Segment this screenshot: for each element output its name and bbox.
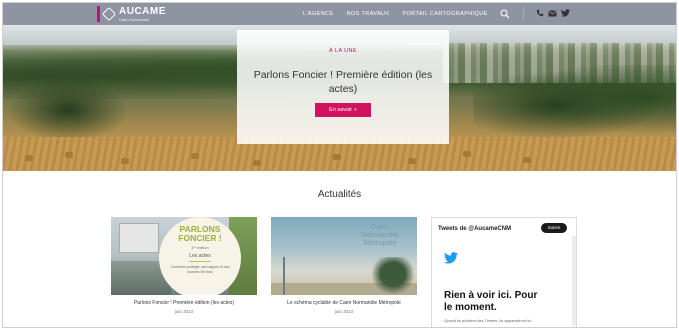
hay-bale (333, 154, 341, 160)
nav-item-portail[interactable]: PORTAIL CARTOGRAPHIQUE (402, 11, 487, 17)
nav-item-agence[interactable]: L'AGENCE (303, 11, 334, 17)
news-section-title: Actualités (317, 189, 362, 200)
hay-bale (463, 151, 471, 157)
main-nav: L'AGENCE NOS TRAVAUX PORTAIL CARTOGRAPHI… (303, 3, 501, 25)
cover-title-line2: FONCIER ! (178, 233, 222, 243)
logo-accent-bar (97, 6, 100, 22)
logo-name: AUCAME (119, 5, 166, 17)
cover-subtitle: Les actes (189, 253, 211, 259)
search-icon[interactable] (500, 9, 510, 19)
news-card[interactable]: PARLONS FONCIER ! 1ʳᵉ édition Les actes … (111, 217, 257, 314)
page-frame: AUCAME Caen Normandie L'AGENCE NOS TRAVA… (2, 2, 677, 328)
mail-icon[interactable] (548, 9, 557, 17)
hay-bale (25, 155, 33, 161)
header-separator (523, 7, 524, 21)
logo-subtitle: Caen Normandie (119, 16, 150, 22)
news-card-caption[interactable]: Parlons Foncier ! Première édition (les … (111, 300, 257, 306)
twitter-bird-icon (444, 252, 458, 264)
news-card-image[interactable]: Caen Normandie Métropole (271, 217, 417, 295)
hay-bale (121, 158, 129, 164)
news-card-date: juin 2023 (174, 309, 194, 314)
twitter-empty-subtext: Quand ils publient des Tweets, ils appar… (444, 318, 532, 323)
hay-bale (65, 152, 73, 158)
social-links (536, 9, 570, 17)
twitter-widget-header[interactable]: Tweets de @AucameCNM (438, 226, 511, 232)
hero-banner: À LA UNE Parlons Foncier ! Première édit… (3, 25, 676, 171)
nav-item-travaux[interactable]: NOS TRAVAUX (347, 11, 390, 17)
logo-mark-icon (101, 6, 117, 22)
cover-note: Comment protéger nos nappes et nos sourc… (170, 265, 230, 274)
promo-title: Parlons Foncier ! Première édition (les … (253, 69, 433, 95)
news-card-caption[interactable]: Le schéma cyclable de Caen Normandie Mét… (271, 300, 417, 306)
news-card-image[interactable]: PARLONS FONCIER ! 1ʳᵉ édition Les actes … (111, 217, 257, 295)
news-card[interactable]: Caen Normandie Métropole Le schéma cycla… (271, 217, 417, 314)
site-logo[interactable]: AUCAME Caen Normandie (97, 6, 166, 22)
twitter-timeline-widget: Tweets de @AucameCNM Suivre Rien à voir … (431, 217, 577, 327)
follow-button[interactable]: Suivre (541, 223, 567, 233)
promo-kicker: À LA UNE (329, 48, 357, 54)
site-header: AUCAME Caen Normandie L'AGENCE NOS TRAVA… (3, 3, 676, 25)
hay-bale (408, 158, 416, 164)
hay-bale (523, 157, 531, 163)
news-card-date: juin 2023 (334, 309, 354, 314)
hay-bale (253, 160, 261, 166)
cover-edition: 1ʳᵉ édition (191, 245, 209, 250)
featured-promo: À LA UNE Parlons Foncier ! Première édit… (237, 30, 449, 144)
read-more-button[interactable]: En savoir + (315, 103, 371, 117)
cover-title: Caen Normandie Métropole (361, 222, 399, 247)
twitter-widget-scrollbar[interactable] (572, 236, 576, 326)
twitter-empty-message: Rien à voir ici. Pour le moment. (444, 290, 538, 313)
cover-circle: PARLONS FONCIER ! 1ʳᵉ édition Les actes … (159, 217, 241, 295)
twitter-icon[interactable] (561, 9, 570, 17)
hay-bale (191, 153, 199, 159)
phone-icon[interactable] (536, 9, 544, 17)
